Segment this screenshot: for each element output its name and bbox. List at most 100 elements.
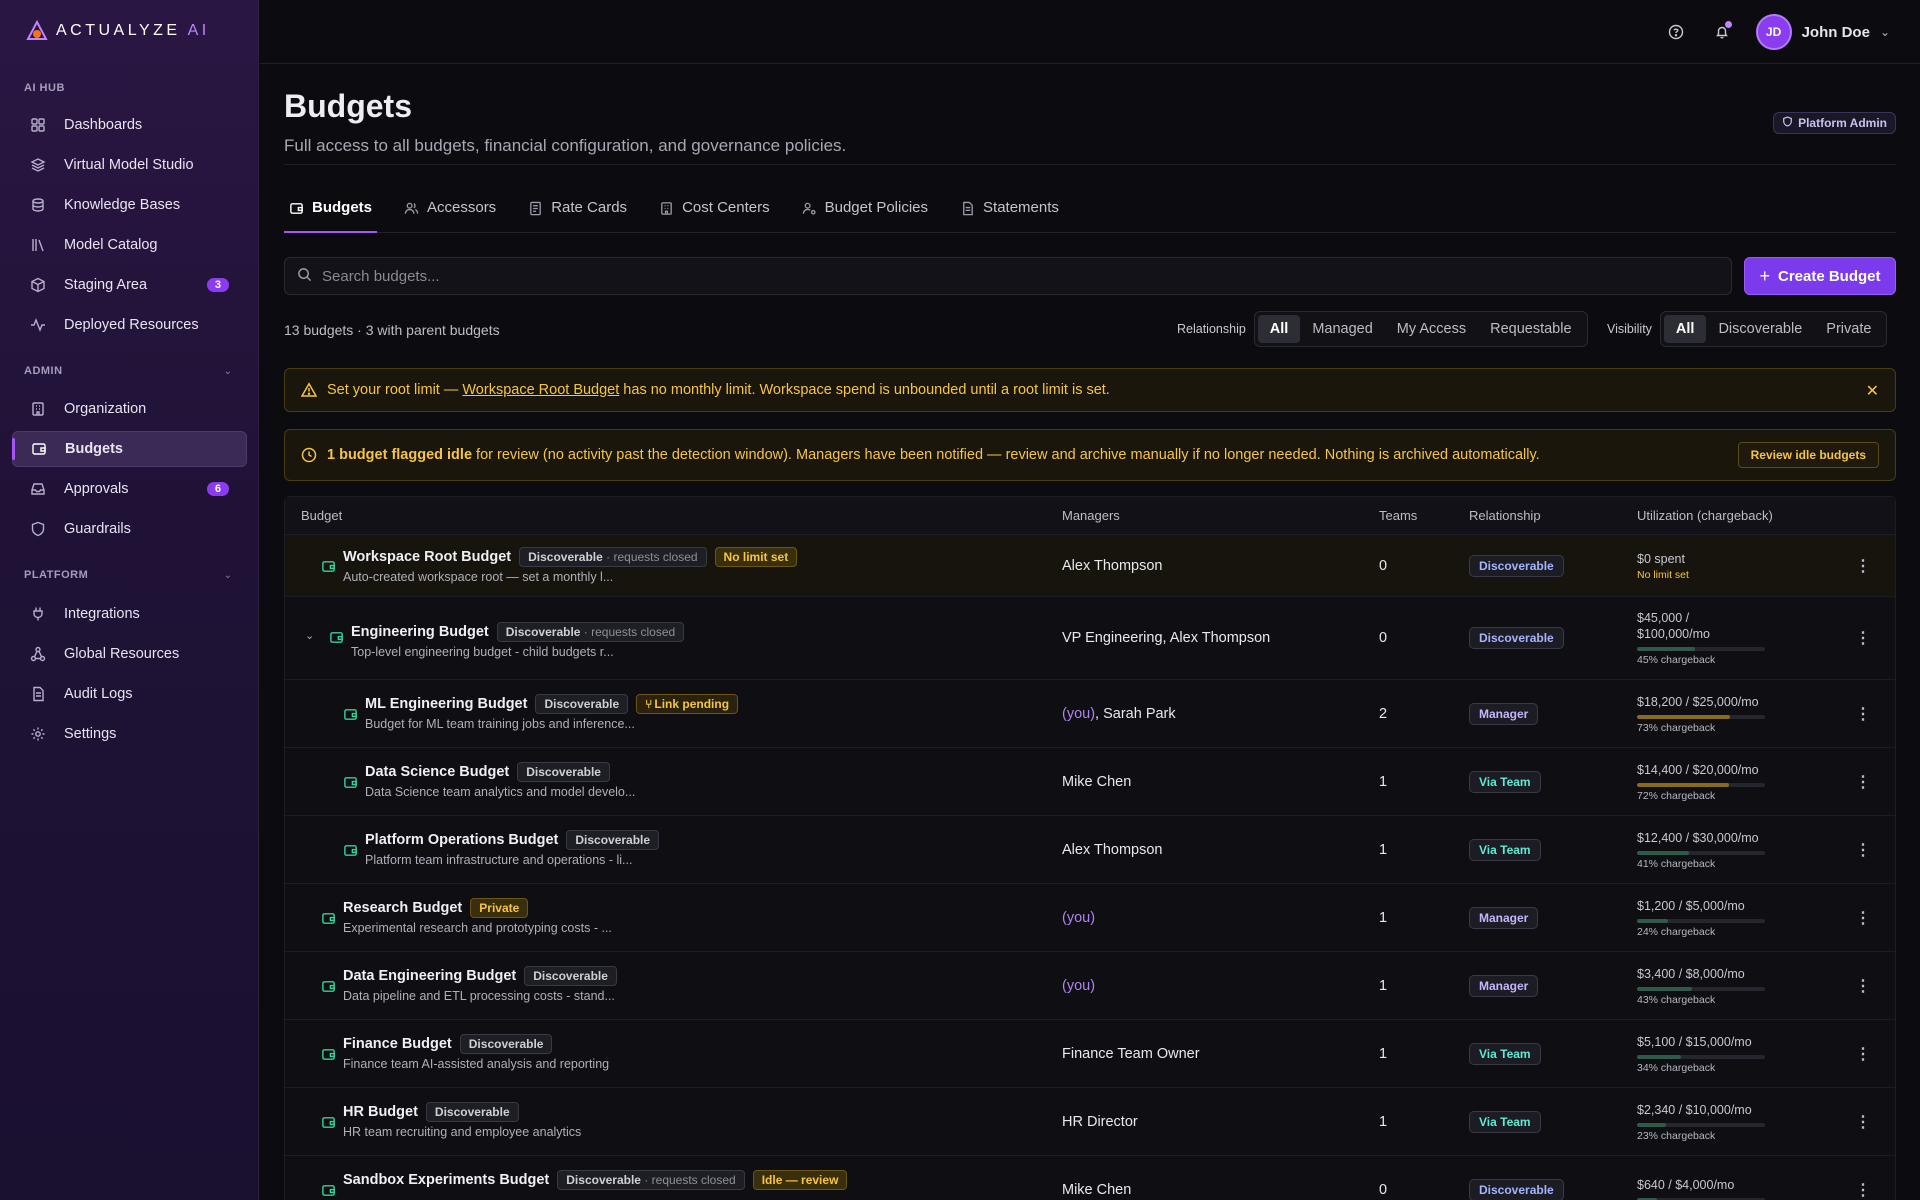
budget-name[interactable]: Research Budget <box>343 900 462 916</box>
tab-accessors[interactable]: Accessors <box>399 199 501 233</box>
col-budget[interactable]: Budget <box>301 508 342 523</box>
budget-name[interactable]: Platform Operations Budget <box>365 832 558 848</box>
utilization-bar-fill <box>1637 850 1690 855</box>
page-title: Budgets <box>284 88 412 124</box>
sidebar-item-model-catalog[interactable]: Model Catalog <box>12 227 247 263</box>
tab-statements[interactable]: Statements <box>955 199 1064 233</box>
budget-name[interactable]: ML Engineering Budget <box>365 696 527 712</box>
more-options-icon[interactable]: ⋮ <box>1855 704 1871 724</box>
more-options-icon[interactable]: ⋮ <box>1855 840 1871 860</box>
utilization-amount: $1,200 / $5,000/mo <box>1637 898 1745 913</box>
logo[interactable]: ACTUALYZE AI <box>26 20 210 42</box>
more-options-icon[interactable]: ⋮ <box>1855 628 1871 648</box>
tab-budget-policies[interactable]: Budget Policies <box>797 199 933 233</box>
table-header: Budget Managers Teams Relationship Utili… <box>285 497 1895 535</box>
wallet-icon <box>343 707 358 727</box>
tab-label: Budgets <box>312 199 372 216</box>
sidebar-item-knowledge-bases[interactable]: Knowledge Bases <box>12 187 247 223</box>
filter-option-my-access[interactable]: My Access <box>1385 315 1478 343</box>
utilization-cell: $45,000 / $100,000/mo 45% chargeback <box>1637 610 1765 666</box>
col-managers[interactable]: Managers <box>1062 508 1120 523</box>
utilization-bar-fill <box>1637 986 1693 991</box>
chevron-down-icon[interactable]: ⌄ <box>224 570 232 581</box>
table-row[interactable]: Data Science Budget Discoverable Data Scie… <box>285 748 1895 816</box>
avatar[interactable]: JD <box>1755 14 1792 50</box>
utilization-amount: $5,100 / $15,000/mo <box>1637 1034 1752 1049</box>
more-options-icon[interactable]: ⋮ <box>1855 976 1871 996</box>
budget-name[interactable]: HR Budget <box>343 1104 418 1120</box>
relationship-badge: Manager <box>1469 974 1539 997</box>
managers-label: Mike Chen <box>1062 773 1132 790</box>
table-row[interactable]: Platform Operations Budget Discoverable Pl… <box>285 816 1895 884</box>
table-row[interactable]: Data Engineering Budget Discoverable Data … <box>285 952 1895 1020</box>
sidebar-item-staging-area[interactable]: Staging Area 3 <box>12 267 247 303</box>
budget-name[interactable]: Sandbox Experiments Budget <box>343 1172 549 1188</box>
table-row[interactable]: Sandbox Experiments Budget Discoverable ·… <box>285 1156 1895 1200</box>
create-budget-button[interactable]: + Create Budget <box>1744 257 1896 295</box>
search-input[interactable] <box>322 267 1702 285</box>
managers-cell: Mike Chen <box>1062 1182 1131 1198</box>
chevron-down-icon[interactable]: ⌄ <box>305 629 314 642</box>
filter-option-all[interactable]: All <box>1257 315 1301 343</box>
visibility-label: Discoverable <box>505 625 581 639</box>
more-options-icon[interactable]: ⋮ <box>1855 556 1871 576</box>
chevron-down-icon[interactable]: ⌄ <box>1880 25 1890 39</box>
review-idle-budgets-button[interactable]: Review idle budgets <box>1737 442 1879 468</box>
managers-cell: Alex Thompson <box>1062 842 1162 858</box>
close-icon[interactable]: ✕ <box>1866 381 1879 401</box>
col-utilization[interactable]: Utilization (chargeback) <box>1637 508 1773 523</box>
table-row[interactable]: Research Budget Private Experimental resea… <box>285 884 1895 952</box>
budget-name[interactable]: Finance Budget <box>343 1036 452 1052</box>
tab-cost-centers[interactable]: Cost Centers <box>654 199 775 233</box>
sidebar-item-organization[interactable]: Organization <box>12 391 247 427</box>
col-teams[interactable]: Teams <box>1379 508 1417 523</box>
sidebar-item-audit-logs[interactable]: Audit Logs <box>12 676 247 712</box>
utilization-percent: 73% chargeback <box>1637 721 1716 734</box>
table-row[interactable]: HR Budget Discoverable HR team recruiting … <box>285 1088 1895 1156</box>
teams-count: 0 <box>1379 630 1388 646</box>
user-name[interactable]: John Doe <box>1802 24 1870 41</box>
help-icon[interactable] <box>1664 20 1688 44</box>
sidebar-item-budgets[interactable]: Budgets <box>12 431 247 467</box>
more-options-icon[interactable]: ⋮ <box>1855 1044 1871 1064</box>
you-label: (you) <box>1062 977 1096 994</box>
teams-count: 1 <box>1379 977 1388 994</box>
filter-option-private[interactable]: Private <box>1814 315 1883 343</box>
tab-rate-cards[interactable]: Rate Cards <box>523 199 632 233</box>
table-row[interactable]: ML Engineering Budget Discoverable ⑂ Link p… <box>285 680 1895 748</box>
col-relationship[interactable]: Relationship <box>1469 508 1541 523</box>
sidebar-item-approvals[interactable]: Approvals 6 <box>12 471 247 507</box>
filter-option-discoverable[interactable]: Discoverable <box>1706 315 1814 343</box>
filter-option-managed[interactable]: Managed <box>1300 315 1384 343</box>
budget-name[interactable]: Data Engineering Budget <box>343 968 516 984</box>
more-options-icon[interactable]: ⋮ <box>1855 908 1871 928</box>
more-options-icon[interactable]: ⋮ <box>1855 1112 1871 1132</box>
sidebar-item-deployed-resources[interactable]: Deployed Resources <box>12 307 247 343</box>
utilization-bar <box>1637 647 1765 651</box>
more-options-icon[interactable]: ⋮ <box>1855 772 1871 792</box>
table-row[interactable]: Finance Budget Discoverable Finance team A… <box>285 1020 1895 1088</box>
table-row[interactable]: ⌄ Engineering Budget Discoverable · reques… <box>285 597 1895 680</box>
workspace-root-link[interactable]: Workspace Root Budget <box>462 382 619 398</box>
sidebar-item-guardrails[interactable]: Guardrails <box>12 511 247 547</box>
sidebar-item-settings[interactable]: Settings <box>12 716 247 752</box>
managers-cell: Finance Team Owner <box>1062 1046 1200 1062</box>
table-row[interactable]: Workspace Root Budget Discoverable · requ… <box>285 535 1895 597</box>
budget-name[interactable]: Data Science Budget <box>365 764 509 780</box>
file-icon <box>30 686 46 702</box>
chevron-down-icon[interactable]: ⌄ <box>224 366 232 377</box>
utilization-bar <box>1637 1054 1765 1059</box>
tab-budgets[interactable]: Budgets <box>284 199 377 233</box>
sidebar-item-virtual-model-studio[interactable]: Virtual Model Studio <box>12 147 247 183</box>
more-options-icon[interactable]: ⋮ <box>1855 1180 1871 1200</box>
wallet-icon <box>321 559 336 579</box>
visibility-label: Discoverable <box>544 697 620 711</box>
sidebar-item-integrations[interactable]: Integrations <box>12 596 247 632</box>
filter-option-requestable[interactable]: Requestable <box>1478 315 1583 343</box>
budget-name[interactable]: Workspace Root Budget <box>343 549 511 565</box>
sidebar-item-dashboards[interactable]: Dashboards <box>12 107 247 143</box>
filter-option-all[interactable]: All <box>1663 315 1707 343</box>
budget-name[interactable]: Engineering Budget <box>351 624 489 640</box>
sidebar-item-global-resources[interactable]: Global Resources <box>12 636 247 672</box>
bell-icon[interactable] <box>1710 20 1734 44</box>
